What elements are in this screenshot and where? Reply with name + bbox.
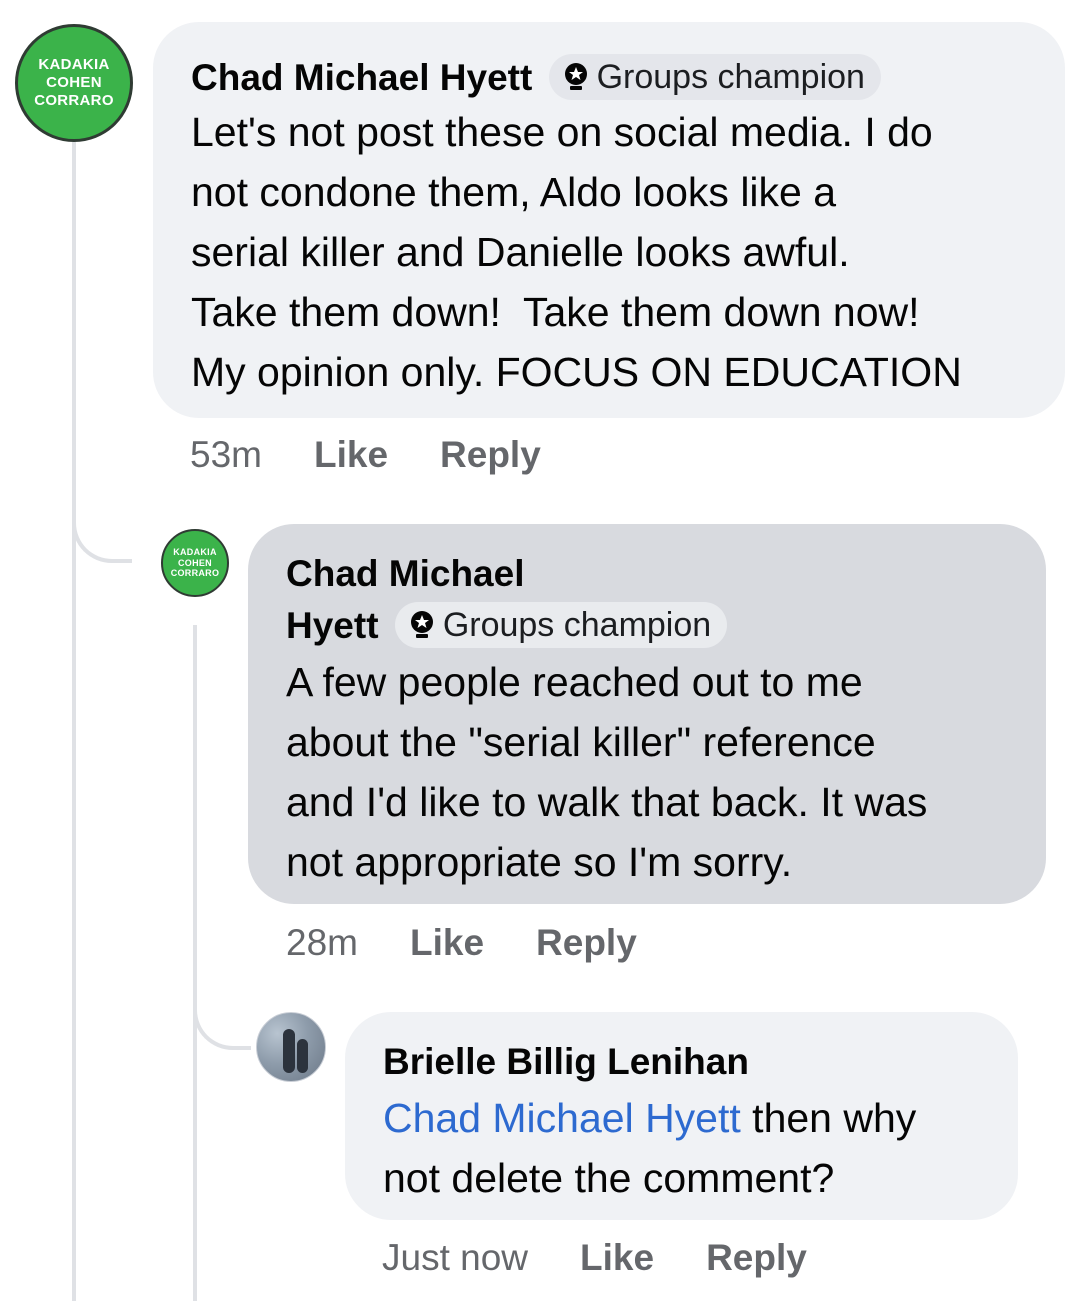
groups-champion-icon [564, 63, 587, 91]
comment-author-line: Chad Michael Hyett Groups champion [191, 52, 1029, 104]
comment-actions: Just now Like Reply [382, 1237, 859, 1279]
comment-author[interactable]: Chad Michael [286, 548, 1010, 600]
like-button[interactable]: Like [410, 922, 484, 964]
comment-actions: 53m Like Reply [190, 434, 593, 476]
comment-text: Let's not post these on social media. I … [191, 109, 962, 395]
comment-actions: 28m Like Reply [286, 922, 689, 964]
reply-bubble: Brielle Billig Lenihan Chad Michael Hyet… [345, 1012, 1018, 1220]
comment-author-line: Chad Michael Hyett Groups champion [286, 548, 1010, 652]
avatar-photo-figure [297, 1039, 308, 1073]
thread-line-main [72, 142, 76, 1301]
avatar-brand-text: KADAKIA COHEN CORRARO [34, 56, 114, 109]
reply-button[interactable]: Reply [440, 434, 541, 476]
badge-label: Groups champion [442, 606, 712, 645]
groups-champion-icon [410, 611, 433, 639]
mention-link[interactable]: Chad Michael Hyett [383, 1095, 741, 1141]
comment-bubble: Chad Michael Hyett Groups champion Let's… [153, 22, 1065, 418]
avatar-brand-text: KADAKIA COHEN CORRARO [170, 547, 220, 579]
reply-button[interactable]: Reply [706, 1237, 807, 1279]
reply-bubble: Chad Michael Hyett Groups champion A few… [248, 524, 1046, 904]
avatar-photo-figure [283, 1029, 295, 1073]
comment-author-continued[interactable]: Hyett [286, 605, 379, 646]
comment-author[interactable]: Chad Michael Hyett [191, 57, 532, 98]
comment-text: A few people reached out to me about the… [286, 659, 928, 885]
avatar[interactable]: KADAKIA COHEN CORRARO [161, 529, 229, 597]
groups-champion-badge[interactable]: Groups champion [548, 54, 881, 101]
thread-connector-reply [72, 470, 132, 563]
thread-connector-nested [193, 980, 251, 1050]
reply-button[interactable]: Reply [536, 922, 637, 964]
comment-author[interactable]: Brielle Billig Lenihan [383, 1036, 982, 1088]
comment-timestamp[interactable]: Just now [382, 1237, 528, 1279]
comment-timestamp[interactable]: 28m [286, 922, 358, 964]
avatar[interactable]: KADAKIA COHEN CORRARO [15, 24, 133, 142]
like-button[interactable]: Like [314, 434, 388, 476]
groups-champion-badge[interactable]: Groups champion [394, 602, 728, 649]
comment-timestamp[interactable]: 53m [190, 434, 262, 476]
like-button[interactable]: Like [580, 1237, 654, 1279]
thread-line-reply [193, 625, 197, 1301]
badge-label: Groups champion [596, 58, 865, 97]
avatar[interactable] [256, 1012, 326, 1082]
comment-text: Chad Michael Hyett then why not delete t… [383, 1095, 917, 1201]
